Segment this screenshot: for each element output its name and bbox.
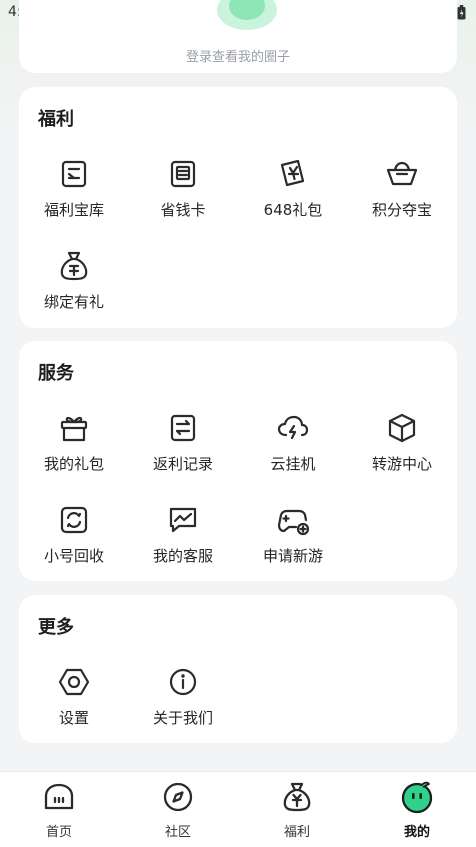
- more-item-about-us[interactable]: 关于我们: [128, 665, 238, 728]
- welfare-item-label: 绑定有礼: [43, 293, 104, 311]
- more-item-settings[interactable]: 设置: [19, 665, 129, 728]
- customer-service-icon: [169, 507, 197, 533]
- welfare-card: 福利 福利宝库 省钱卡 648礼包 积分夺宝 绑定有礼: [19, 87, 457, 328]
- compass-icon: [163, 782, 193, 812]
- service-item-label: 云挂机: [270, 455, 316, 473]
- rebate-record-icon: [170, 414, 196, 442]
- savings-card-icon: [170, 160, 196, 188]
- service-item-label: 小号回收: [43, 547, 104, 565]
- welfare-item-label: 福利宝库: [43, 201, 104, 219]
- welfare-item-points-treasure[interactable]: 积分夺宝: [347, 157, 457, 220]
- welfare-item-savings-card[interactable]: 省钱卡: [128, 157, 238, 220]
- service-card: 服务 我的礼包 返利记录 云挂机 转游中心 小号回收 我的客服 申请新游: [19, 341, 457, 581]
- home-icon: [44, 783, 74, 810]
- profile-icon: [401, 781, 433, 814]
- welfare-item-label: 省钱卡: [160, 201, 206, 219]
- tab-welfare[interactable]: 福利: [252, 780, 342, 840]
- gamepad-add-icon: [277, 509, 310, 536]
- tab-label: 我的: [403, 825, 430, 840]
- service-item-label: 转游中心: [371, 455, 432, 473]
- service-item-label: 申请新游: [262, 547, 323, 565]
- battery-icon: [457, 5, 466, 20]
- mascot-image: [217, 0, 277, 30]
- ingot-icon: [386, 161, 418, 186]
- info-icon: [169, 668, 197, 696]
- service-item-label: 我的礼包: [43, 455, 104, 473]
- money-bag-icon: [60, 251, 88, 281]
- bottom-tab-bar: 首页 社区 福利 我的: [0, 771, 476, 847]
- more-title: 更多: [38, 617, 74, 638]
- service-item-alt-account-recycle[interactable]: 小号回收: [19, 503, 129, 566]
- tab-home[interactable]: 首页: [14, 780, 104, 840]
- cloud-icon: [277, 415, 309, 440]
- welfare-item-treasury[interactable]: 福利宝库: [19, 157, 129, 220]
- more-item-label: 关于我们: [152, 709, 213, 727]
- recycle-icon: [60, 506, 88, 534]
- service-item-cloud-hosting[interactable]: 云挂机: [238, 411, 348, 474]
- welfare-item-648-gift[interactable]: 648礼包: [238, 157, 348, 220]
- service-item-customer-service[interactable]: 我的客服: [128, 503, 238, 566]
- cube-icon: [388, 413, 416, 443]
- login-hint[interactable]: 登录查看我的圈子: [19, 46, 457, 65]
- service-item-label: 我的客服: [152, 547, 213, 565]
- gift-icon: [60, 416, 88, 442]
- more-card: 更多 设置 关于我们: [19, 595, 457, 743]
- tab-label: 社区: [164, 825, 191, 840]
- service-item-apply-new-game[interactable]: 申请新游: [238, 503, 348, 566]
- service-item-transfer-center[interactable]: 转游中心: [347, 411, 457, 474]
- settings-icon: [58, 668, 90, 696]
- more-item-label: 设置: [58, 709, 89, 727]
- tab-mine[interactable]: 我的: [372, 780, 462, 840]
- tab-label: 首页: [45, 825, 72, 840]
- service-item-rebate-record[interactable]: 返利记录: [128, 411, 238, 474]
- service-item-my-gifts[interactable]: 我的礼包: [19, 411, 129, 474]
- welfare-title: 福利: [38, 109, 74, 130]
- tab-label: 福利: [283, 825, 310, 840]
- service-item-label: 返利记录: [152, 455, 213, 473]
- welfare-item-bind-gift[interactable]: 绑定有礼: [19, 249, 129, 312]
- login-card[interactable]: 登录查看我的圈子: [19, 0, 457, 73]
- welfare-item-label: 积分夺宝: [371, 201, 432, 219]
- voucher-icon: [280, 159, 305, 187]
- money-bag-icon: [283, 782, 311, 812]
- treasury-icon: [61, 160, 87, 188]
- service-title: 服务: [38, 363, 74, 384]
- tab-community[interactable]: 社区: [133, 780, 223, 840]
- welfare-item-label: 648礼包: [263, 201, 323, 219]
